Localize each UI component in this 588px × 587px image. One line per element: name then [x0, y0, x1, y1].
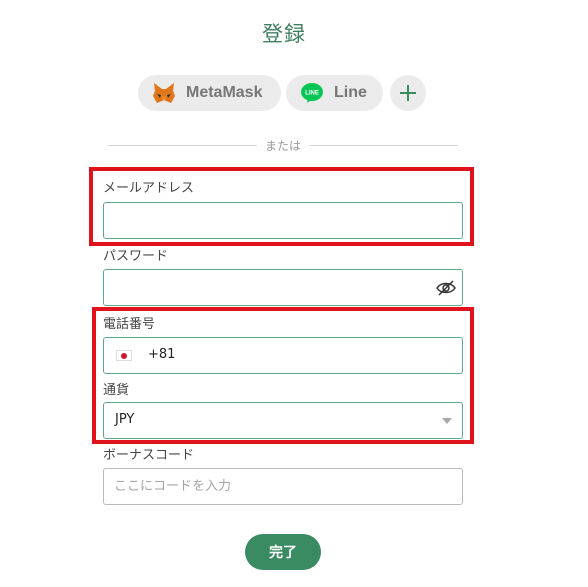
currency-label: 通貨: [103, 383, 130, 398]
social-login-row: MetaMask LINE Line: [138, 75, 431, 111]
metamask-login-button[interactable]: MetaMask: [138, 75, 281, 111]
currency-selected-value: JPY: [115, 412, 135, 427]
bonus-code-input[interactable]: [104, 469, 462, 504]
page-title: 登録: [262, 22, 306, 46]
eye-slash-icon[interactable]: [436, 279, 456, 297]
email-label: メールアドレス: [103, 181, 195, 196]
phone-label: 電話番号: [103, 317, 156, 332]
line-icon-text: LINE: [305, 91, 319, 97]
bonus-code-field-wrapper: [103, 468, 463, 505]
plus-icon: [398, 83, 418, 103]
japan-flag-icon[interactable]: [116, 350, 132, 361]
password-field-wrapper: [103, 269, 463, 306]
divider-text: または: [265, 138, 302, 153]
complete-button[interactable]: 完了: [245, 534, 321, 570]
more-login-options-button[interactable]: [390, 75, 426, 111]
or-divider: または: [108, 138, 459, 153]
password-input[interactable]: [104, 270, 462, 305]
registration-page: 登録 MetaMask LINE Line または メールアドレス パスワード …: [0, 0, 588, 587]
bonus-code-label: ボーナスコード: [103, 448, 195, 463]
metamask-label: MetaMask: [186, 84, 263, 101]
email-field-wrapper: [103, 202, 463, 239]
country-dial-code: +81: [148, 347, 176, 362]
line-label: Line: [334, 84, 367, 101]
email-input[interactable]: [104, 203, 462, 238]
caret-down-icon: [442, 418, 452, 424]
line-login-button[interactable]: LINE Line: [286, 75, 383, 111]
password-label: パスワード: [103, 249, 169, 264]
divider-line-right: [309, 144, 459, 146]
line-app-icon: LINE: [300, 82, 324, 104]
phone-field-wrapper[interactable]: +81: [103, 337, 463, 374]
metamask-fox-icon: [152, 82, 176, 104]
currency-select[interactable]: JPY: [103, 402, 463, 439]
divider-line-left: [108, 144, 257, 146]
